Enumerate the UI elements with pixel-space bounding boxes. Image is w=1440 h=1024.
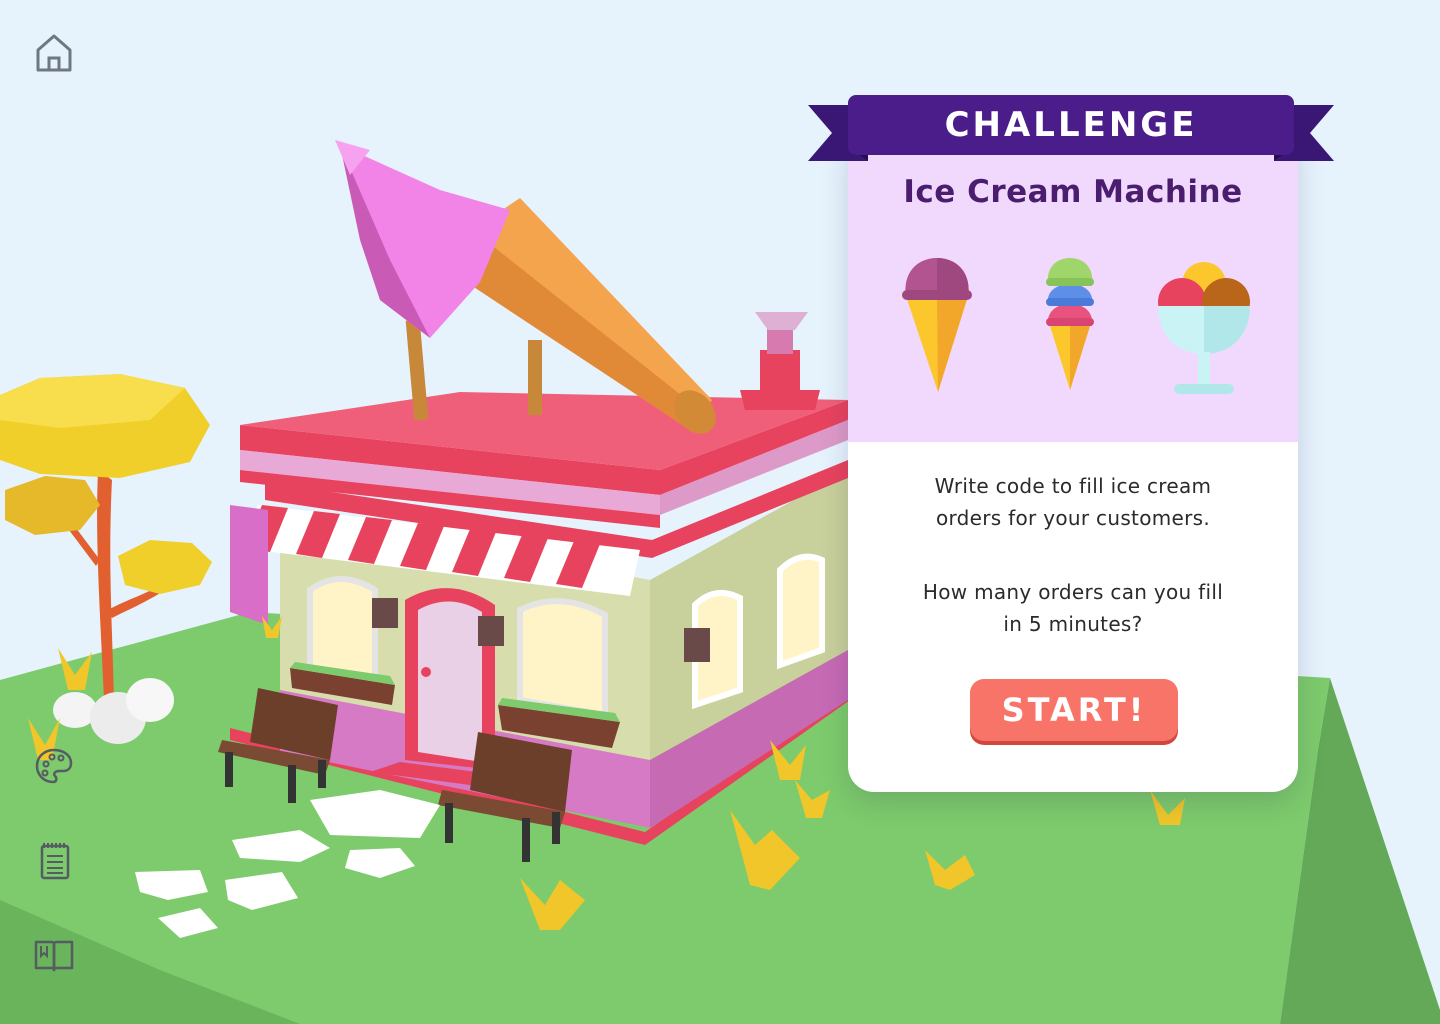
question-line: in 5 minutes?: [1003, 612, 1143, 636]
challenge-description: Write code to fill ice cream orders for …: [848, 470, 1298, 534]
triple-scoop-cone-icon: [1046, 258, 1094, 390]
challenge-question: How many orders can you fill in 5 minute…: [848, 576, 1298, 640]
description-line: orders for your customers.: [935, 506, 1211, 530]
start-button[interactable]: START!: [970, 679, 1178, 741]
palette-button[interactable]: [30, 744, 78, 792]
home-icon: [32, 30, 76, 78]
notebook-icon: [32, 838, 76, 886]
notebook-button[interactable]: [30, 838, 78, 886]
description-line: Write code to fill ice cream: [934, 474, 1212, 498]
home-button[interactable]: [30, 30, 78, 78]
question-line: How many orders can you fill: [922, 580, 1224, 604]
book-icon: [32, 932, 76, 980]
chimney: [740, 312, 820, 410]
single-scoop-cone-icon: [902, 258, 972, 392]
challenge-card: Ice Cream Machine Write code to fill ice…: [848, 130, 1298, 792]
palette-icon: [32, 744, 76, 792]
book-button[interactable]: [30, 932, 78, 980]
sundae-bowl-icon: [1158, 262, 1250, 394]
challenge-banner-label: CHALLENGE: [944, 105, 1198, 145]
challenge-title: Ice Cream Machine: [903, 174, 1243, 210]
giant-ice-cream-cone: [335, 140, 716, 434]
